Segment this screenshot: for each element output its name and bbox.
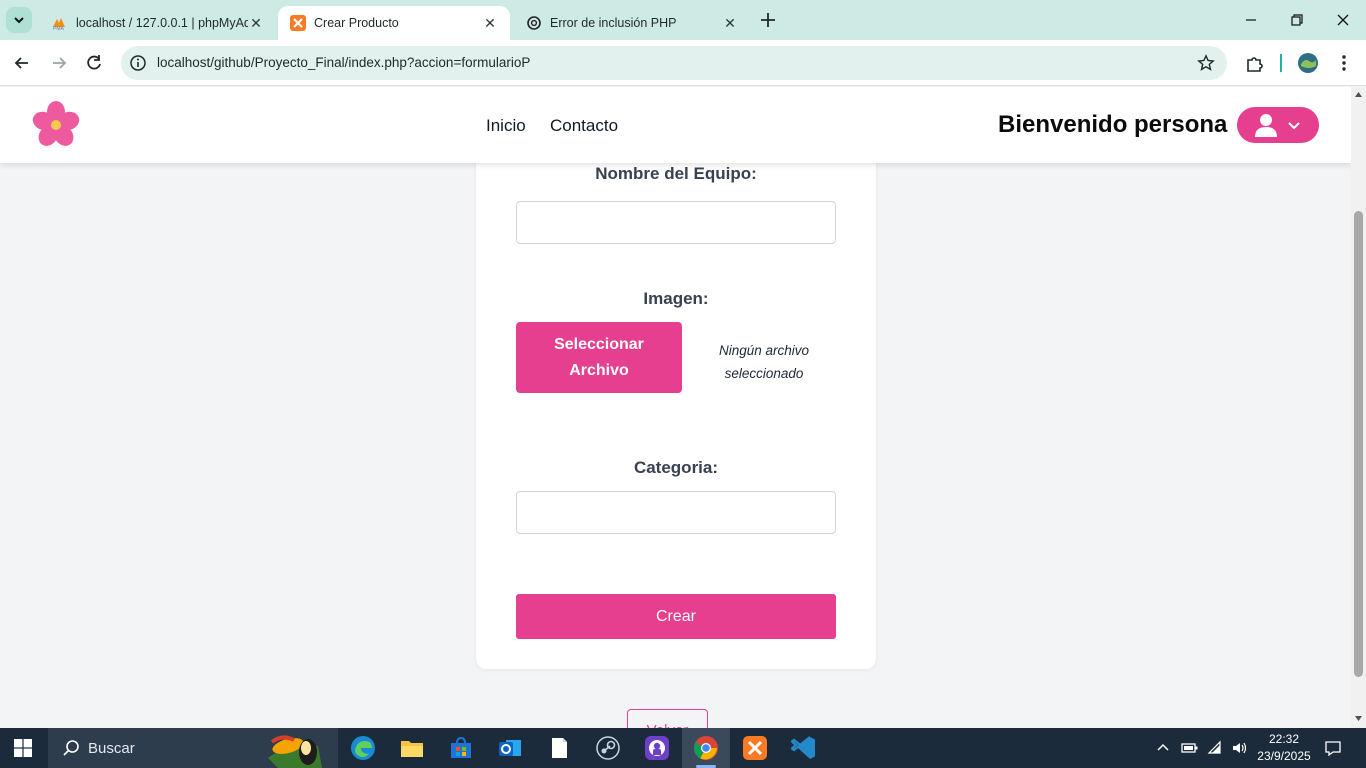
tab-phpmyadmin[interactable]: PMA localhost / 127.0.0.1 | phpMyAd ✕ [40, 6, 276, 40]
user-icon [1255, 114, 1277, 137]
xampp-icon [743, 736, 767, 760]
chevron-up-icon[interactable] [1155, 740, 1171, 756]
file-explorer-icon [401, 741, 423, 757]
scroll-up-icon[interactable] [1354, 90, 1363, 99]
tab-title: localhost / 127.0.0.1 | phpMyAd [76, 16, 248, 30]
browser-tab-bar: PMA localhost / 127.0.0.1 | phpMyAd ✕ Cr… [0, 0, 1366, 40]
taskbar-search[interactable]: Buscar [48, 728, 338, 768]
search-icon [63, 740, 79, 756]
address-bar[interactable]: localhost/github/Proyecto_Final/index.ph… [121, 46, 1227, 80]
extensions-puzzle-icon[interactable] [1244, 52, 1266, 74]
taskbar-chrome[interactable] [682, 728, 730, 768]
minimize-icon[interactable] [1241, 10, 1261, 30]
restore-icon[interactable] [1287, 10, 1307, 30]
vscode-icon [791, 736, 815, 759]
xampp-icon [290, 15, 306, 31]
back-arrow-icon[interactable] [11, 52, 33, 74]
nav-link-inicio[interactable]: Inicio [486, 116, 526, 136]
nav-link-contacto[interactable]: Contacto [550, 116, 618, 136]
forward-arrow-icon[interactable] [48, 52, 70, 74]
taskbar-steam[interactable] [584, 728, 632, 768]
team-name-label: Nombre del Equipo: [595, 164, 757, 183]
tab-error-php[interactable]: Error de inclusión PHP ✕ [514, 6, 750, 40]
new-tab-icon[interactable] [758, 10, 778, 30]
chrome-icon [693, 736, 718, 760]
notepad-icon [552, 738, 567, 758]
profile-avatar-icon[interactable] [1297, 52, 1319, 74]
steam-icon [596, 736, 620, 760]
taskbar-microsoft-store[interactable] [437, 728, 485, 768]
svg-text:PMA: PMA [53, 26, 65, 31]
user-menu-button[interactable] [1237, 107, 1319, 143]
back-button[interactable]: Volver [627, 709, 708, 728]
taskbar-edge[interactable] [339, 728, 387, 768]
file-status-text: Ningún archivo seleccionado [718, 343, 810, 381]
edge-icon [351, 736, 375, 760]
github-desktop-icon [645, 736, 669, 760]
taskbar-file-explorer[interactable] [388, 728, 436, 768]
toucan-search-highlight-icon [268, 735, 322, 768]
scroll-down-icon[interactable] [1354, 714, 1363, 723]
product-form-card: Nombre del Equipo: Imagen: Seleccionar A… [476, 87, 876, 669]
clock-date: 23/9/2025 [1257, 749, 1311, 763]
select-file-button[interactable]: Seleccionar Archivo [516, 322, 682, 393]
wifi-icon[interactable] [1207, 740, 1225, 756]
phpmyadmin-icon: PMA [53, 18, 65, 31]
taskbar-vscode[interactable] [780, 728, 828, 768]
tab-search-button[interactable] [6, 7, 32, 33]
create-button[interactable]: Crear [516, 594, 836, 639]
windows-start-icon[interactable] [14, 739, 32, 757]
chevron-down-icon [1288, 122, 1300, 130]
site-info-icon[interactable] [129, 54, 147, 72]
taskbar-clock[interactable]: 22:32 23/9/2025 [1250, 731, 1318, 765]
outlook-icon [499, 740, 521, 756]
clock-time: 22:32 [1268, 732, 1300, 746]
category-label: Categoria: [633, 458, 719, 477]
url-text: localhost/github/Proyecto_Final/index.ph… [157, 55, 531, 70]
notifications-icon[interactable] [1324, 739, 1342, 757]
close-icon[interactable]: ✕ [248, 15, 264, 32]
page-viewport: Inicio Contacto Bienvenido persona Nombr… [0, 87, 1351, 728]
browser-toolbar: localhost/github/Proyecto_Final/index.ph… [0, 40, 1366, 86]
category-input[interactable] [516, 491, 836, 534]
tab-title: Error de inclusión PHP [550, 16, 677, 30]
taskbar-xampp[interactable] [731, 728, 779, 768]
toolbar-divider [1280, 54, 1282, 72]
close-icon[interactable]: ✕ [722, 15, 738, 32]
welcome-message: Bienvenido persona [998, 111, 1228, 138]
scrollbar-thumb[interactable] [1354, 211, 1363, 677]
close-window-icon[interactable] [1333, 10, 1353, 30]
windows-taskbar: Buscar 22:32 23/9/2025 [0, 728, 1366, 768]
tab-title: Crear Producto [314, 16, 399, 30]
flower-logo-icon[interactable] [32, 101, 80, 149]
browser-menu-icon[interactable] [1333, 52, 1355, 74]
team-name-input[interactable] [516, 201, 836, 244]
image-label: Imagen: [643, 289, 709, 308]
battery-icon[interactable] [1181, 740, 1199, 756]
taskbar-github-desktop[interactable] [633, 728, 681, 768]
close-icon[interactable]: ✕ [482, 15, 498, 32]
tab-crear-producto[interactable]: Crear Producto ✕ [278, 6, 510, 40]
taskbar-outlook[interactable] [486, 728, 534, 768]
volume-icon[interactable] [1231, 740, 1249, 756]
bookmark-star-icon[interactable] [1197, 54, 1215, 72]
taskbar-notepad[interactable] [535, 728, 583, 768]
reload-icon[interactable] [83, 52, 105, 74]
search-placeholder: Buscar [88, 740, 135, 757]
site-navbar: Inicio Contacto Bienvenido persona [0, 87, 1351, 163]
microsoft-store-icon [451, 736, 471, 758]
chatgpt-icon [527, 16, 541, 30]
chevron-down-icon [14, 17, 24, 24]
page-scrollbar[interactable] [1351, 87, 1366, 728]
system-tray [1155, 728, 1249, 768]
